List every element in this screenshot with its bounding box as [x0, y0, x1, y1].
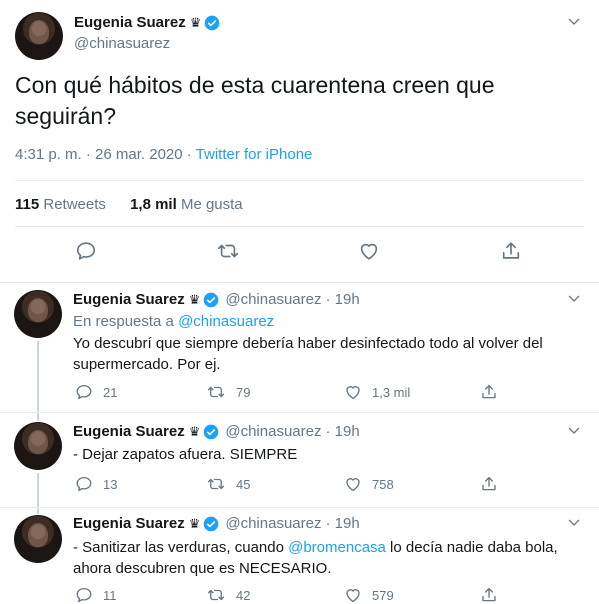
like-count: 579 — [372, 587, 394, 603]
like-count: 758 — [372, 476, 394, 492]
avatar[interactable] — [15, 12, 63, 60]
share-icon — [480, 475, 498, 493]
chevron-down-icon[interactable] — [566, 291, 582, 307]
likes-count: 1,8 mil — [130, 196, 177, 213]
avatar[interactable] — [14, 515, 62, 563]
share-icon[interactable] — [500, 240, 522, 262]
author-name[interactable]: Eugenia Suarez — [73, 515, 185, 532]
reply-count: 13 — [103, 476, 118, 492]
thread-line — [37, 508, 39, 514]
like-icon — [344, 383, 362, 401]
tweet-text: Con qué hábitos de esta cuarentena creen… — [15, 72, 495, 129]
reply-icon — [75, 383, 93, 401]
author-name[interactable]: Eugenia Suarez — [74, 14, 186, 31]
author-name[interactable]: Eugenia Suarez — [73, 423, 185, 440]
reply-count: 11 — [103, 587, 117, 603]
mention-link[interactable]: @bromencasa — [288, 539, 386, 556]
likes-stat[interactable]: 1,8 mil Me gusta — [130, 196, 243, 213]
author-name-row: Eugenia Suarez ♛ @chinasuarez · 19h — [73, 423, 360, 440]
thread-line — [37, 341, 39, 412]
crown-icon: ♛ — [189, 14, 202, 30]
tweet-time[interactable]: · 19h — [325, 423, 359, 440]
verified-badge-icon — [203, 292, 219, 308]
reply-count: 21 — [103, 384, 118, 400]
tweet-source[interactable]: Twitter for iPhone — [196, 146, 313, 163]
reply-text: - Dejar zapatos afuera. SIEMPRE — [73, 446, 298, 463]
like-action[interactable]: 579 — [344, 586, 394, 604]
divider — [15, 226, 584, 227]
reply-action[interactable]: 11 — [75, 586, 117, 604]
reply-icon[interactable] — [75, 240, 97, 262]
verified-badge-icon — [204, 15, 220, 31]
reply-tweet[interactable]: Eugenia Suarez ♛ @chinasuarez · 19h - Sa… — [0, 508, 599, 603]
like-icon — [344, 586, 362, 604]
retweet-action[interactable]: 79 — [206, 383, 250, 401]
tweet-time[interactable]: · 19h — [325, 515, 359, 532]
in-reply-handle[interactable]: @chinasuarez — [178, 313, 274, 330]
share-action[interactable] — [480, 475, 498, 493]
retweet-count: 79 — [236, 384, 251, 400]
tweet-meta: 4:31 p. m. · 26 mar. 2020 · Twitter for … — [15, 146, 312, 163]
like-action[interactable]: 758 — [344, 475, 394, 493]
crown-icon: ♛ — [188, 423, 201, 439]
chevron-down-icon[interactable] — [566, 14, 582, 30]
likes-label: Me gusta — [180, 196, 243, 213]
retweets-stat[interactable]: 115 Retweets — [15, 196, 106, 213]
like-action[interactable]: 1,3 mil — [344, 383, 410, 401]
tweet-actions — [0, 240, 599, 266]
retweet-icon — [206, 586, 226, 604]
reply-tweet[interactable]: Eugenia Suarez ♛ @chinasuarez · 19h En r… — [0, 283, 599, 413]
author-name-row: Eugenia Suarez ♛ @chinasuarez · 19h — [73, 515, 360, 532]
in-reply-prefix: En respuesta a — [73, 313, 174, 330]
avatar[interactable] — [14, 290, 62, 338]
retweet-icon — [206, 475, 226, 493]
reply-icon — [75, 586, 93, 604]
retweet-count: 42 — [236, 587, 251, 603]
reply-action[interactable]: 21 — [75, 383, 117, 401]
share-icon — [480, 586, 498, 604]
thread-line — [37, 413, 39, 421]
reply-tweet[interactable]: Eugenia Suarez ♛ @chinasuarez · 19h - De… — [0, 413, 599, 508]
author-handle[interactable]: @chinasuarez — [225, 423, 321, 440]
reply-icon — [75, 475, 93, 493]
crown-icon: ♛ — [188, 515, 201, 531]
verified-badge-icon — [203, 516, 219, 532]
author-name-row: Eugenia Suarez ♛ — [74, 14, 220, 31]
verified-badge-icon — [203, 424, 219, 440]
chevron-down-icon[interactable] — [566, 423, 582, 439]
retweet-count: 45 — [236, 476, 251, 492]
author-handle[interactable]: @chinasuarez — [225, 291, 321, 308]
author-handle[interactable]: @chinasuarez — [225, 515, 321, 532]
author-name-row: Eugenia Suarez ♛ @chinasuarez · 19h — [73, 291, 360, 308]
reply-text: Yo descubrí que siempre debería haber de… — [73, 335, 543, 373]
in-reply-to: En respuesta a @chinasuarez — [73, 313, 274, 330]
retweet-icon — [206, 383, 226, 401]
reply-action[interactable]: 13 — [75, 475, 117, 493]
share-action[interactable] — [480, 586, 498, 604]
like-count: 1,3 mil — [372, 384, 411, 400]
reply-text-start: - Sanitizar las verduras, cuando — [73, 539, 289, 556]
retweets-label: Retweets — [43, 196, 106, 213]
retweet-icon[interactable] — [216, 240, 240, 262]
tweet-timestamp[interactable]: 4:31 p. m. · 26 mar. 2020 — [15, 146, 183, 163]
avatar[interactable] — [14, 422, 62, 470]
chevron-down-icon[interactable] — [566, 515, 582, 531]
crown-icon: ♛ — [188, 291, 201, 307]
author-handle[interactable]: @chinasuarez — [74, 35, 170, 52]
divider — [15, 180, 584, 181]
like-icon — [344, 475, 362, 493]
main-tweet: Eugenia Suarez ♛ @chinasuarez Con qué há… — [0, 0, 599, 283]
thread-line — [37, 473, 39, 507]
tweet-time[interactable]: · 19h — [325, 291, 359, 308]
share-action[interactable] — [480, 383, 498, 401]
retweet-action[interactable]: 42 — [206, 586, 250, 604]
retweet-action[interactable]: 45 — [206, 475, 250, 493]
retweets-count: 115 — [15, 196, 40, 213]
tweet-stats: 115 Retweets 1,8 mil Me gusta — [15, 196, 243, 213]
reply-text: - Sanitizar las verduras, cuando @bromen… — [73, 537, 578, 579]
author-name[interactable]: Eugenia Suarez — [73, 291, 185, 308]
share-icon — [480, 383, 498, 401]
like-icon[interactable] — [358, 240, 380, 262]
meta-separator: · — [182, 146, 196, 163]
